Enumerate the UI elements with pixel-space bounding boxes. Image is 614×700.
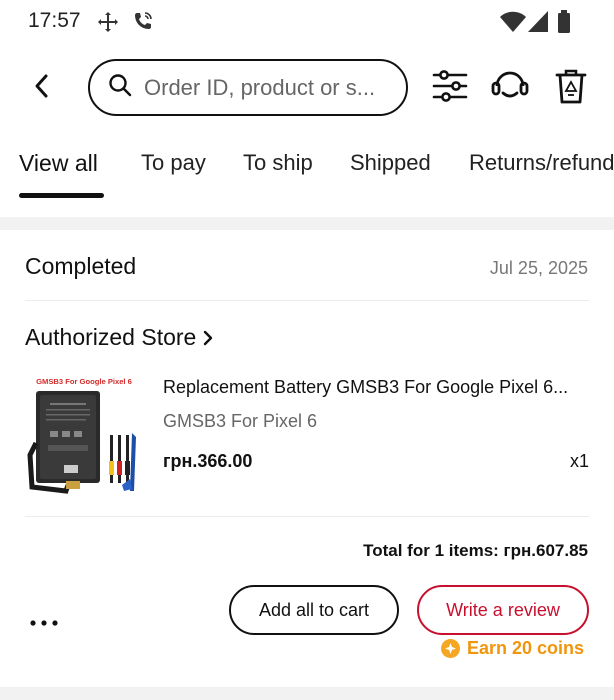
signal-icon: [528, 11, 548, 37]
tab-view-all[interactable]: View all: [19, 150, 98, 177]
customer-service-icon: [490, 68, 530, 109]
order-total: Total for 1 items: грн.607.85: [363, 541, 588, 560]
filter-sliders-icon: [432, 69, 468, 107]
tab-shipped[interactable]: Shipped: [350, 150, 431, 176]
customer-service-button[interactable]: [490, 68, 530, 108]
write-review-button[interactable]: Write a review: [417, 585, 589, 635]
add-all-to-cart-button[interactable]: Add all to cart: [229, 585, 399, 635]
product-price: грн.366.00: [163, 451, 253, 471]
section-separator: [0, 687, 614, 700]
recycle-bin-icon: [555, 68, 587, 109]
product-image-caption: GMSB3 For Google Pixel 6: [36, 377, 132, 386]
chevron-right-icon: [202, 329, 214, 347]
back-arrow-icon: [32, 73, 52, 104]
recycle-bin-button[interactable]: [551, 68, 591, 108]
coins-text: Earn 20 coins: [467, 638, 585, 658]
order-date: Jul 25, 2025: [489, 258, 588, 278]
wifi-call-icon: [132, 10, 154, 37]
back-button[interactable]: [24, 68, 60, 108]
battery-icon: [557, 10, 571, 38]
active-tab-indicator: [19, 193, 104, 198]
status-time: 17:57: [28, 9, 81, 32]
move-icon: [96, 10, 120, 39]
order-status: Completed: [25, 253, 137, 279]
more-options-button[interactable]: [28, 610, 60, 634]
search-icon: [108, 73, 132, 102]
section-separator: [0, 217, 614, 230]
product-image[interactable]: GMSB3 For Google Pixel 6: [26, 373, 144, 499]
store-name: Authorized Store: [25, 324, 197, 350]
tab-to-ship[interactable]: To ship: [243, 150, 313, 176]
more-dots-icon: [30, 613, 58, 631]
divider: [25, 300, 589, 301]
wifi-icon: [500, 11, 526, 38]
tab-to-pay[interactable]: To pay: [141, 150, 206, 176]
header: [0, 56, 614, 120]
earn-coins-badge: Earn 20 coins: [441, 638, 584, 659]
store-link[interactable]: Authorized Store: [25, 324, 214, 351]
coin-icon: [441, 639, 460, 658]
product-variant: GMSB3 For Pixel 6: [163, 411, 318, 431]
order-tabs: View all To pay To ship Shipped Returns/…: [0, 150, 614, 200]
tab-returns-refunds[interactable]: Returns/refunds: [469, 150, 614, 176]
search-box[interactable]: [88, 59, 408, 116]
divider: [25, 516, 589, 517]
status-bar: 17:57: [0, 0, 614, 44]
filter-button[interactable]: [430, 68, 470, 108]
product-quantity: x1: [569, 451, 589, 471]
product-title[interactable]: Replacement Battery GMSB3 For Google Pix…: [163, 377, 593, 398]
search-input[interactable]: [144, 74, 394, 101]
